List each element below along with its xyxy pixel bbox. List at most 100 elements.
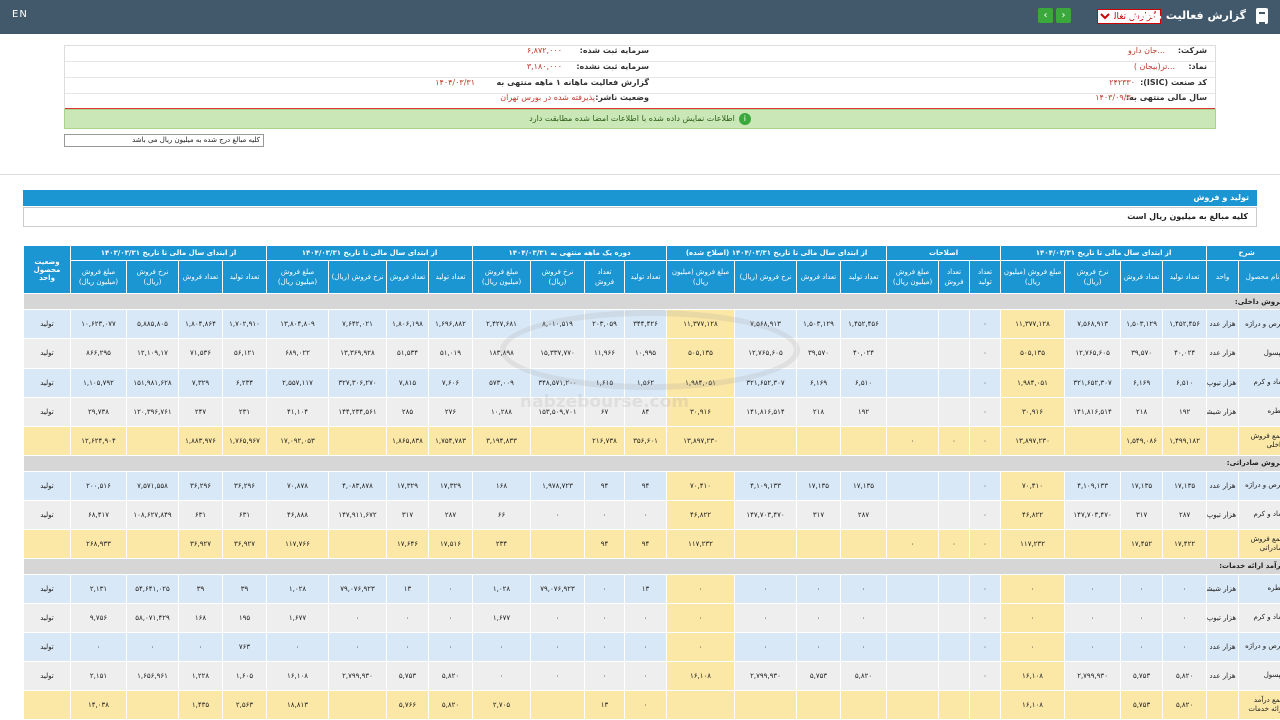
table-cell xyxy=(886,689,940,720)
table-cell xyxy=(938,602,971,633)
table-cell: ۳۶,۹۲۷ xyxy=(222,528,268,559)
table-cell: ۱۷,۳۲۹ xyxy=(386,470,430,501)
table-cell: ۷,۳۲۹ xyxy=(178,367,224,398)
table-cell: ۰ xyxy=(428,631,474,662)
group-row: فروش صادراتی: xyxy=(22,454,1280,472)
table-cell: ۳۶,۹۲۷ xyxy=(178,528,224,559)
column-header: تعداد تولید xyxy=(624,260,668,295)
table-cell: ۰ xyxy=(969,631,1002,662)
table-cell: تولید xyxy=(23,573,71,604)
table-cell: ۱,۶۰۵ xyxy=(222,660,268,691)
table-cell xyxy=(938,338,971,369)
table-cell xyxy=(126,528,180,559)
table-cell xyxy=(938,631,971,662)
column-header: تعداد فروش xyxy=(938,260,971,295)
table-cell: قطره xyxy=(1238,396,1280,427)
table-cell: ۰ xyxy=(1162,631,1208,662)
table-cell: ۰ xyxy=(584,573,626,604)
table-cell: ۱,۸۰۴,۸۶۴ xyxy=(178,309,224,340)
column-header: تعداد فروش xyxy=(1120,260,1164,295)
group-header: شرح xyxy=(1206,244,1280,262)
table-cell: ۰ xyxy=(584,499,626,530)
table-cell: ۱۷,۳۲۹ xyxy=(428,470,474,501)
table-cell: ۵۰۵,۱۳۵ xyxy=(666,338,736,369)
table-cell xyxy=(938,689,971,720)
table-cell: ۱۱۷,۲۳۲ xyxy=(1000,528,1066,559)
table-cell: ۳۲۱,۶۵۲,۳۰۷ xyxy=(1064,367,1122,398)
table-cell: ۱۴۴,۲۳۴,۵۶۱ xyxy=(328,396,388,427)
table-cell: ۰ xyxy=(1120,631,1164,662)
table-cell: ۱,۹۸۴,۰۵۱ xyxy=(1000,367,1066,398)
table-cell: ۱,۶۹۶,۸۸۲ xyxy=(428,309,474,340)
table-cell xyxy=(734,528,798,559)
table-cell: ۳۶,۲۹۶ xyxy=(222,470,268,501)
document-icon xyxy=(1256,8,1268,24)
table-cell: ۱۶,۱۰۸ xyxy=(1000,689,1066,720)
table-cell: ۴۶,۸۲۲ xyxy=(666,499,736,530)
table-cell: ۱۴,۰۳۸ xyxy=(69,689,128,720)
column-header: تعداد فروش xyxy=(796,260,842,295)
table-cell: ۷,۵۶۸,۹۱۳ xyxy=(1064,309,1122,340)
table-cell: ۱,۲۲۸ xyxy=(178,660,224,691)
prev-button[interactable]: ‹ xyxy=(1038,8,1053,23)
table-cell xyxy=(886,396,940,427)
table-row: کپسولهزار عدد۵,۸۲۰۵,۷۵۳۲,۷۹۹,۹۳۰۱۶,۱۰۸۰۵… xyxy=(23,660,1280,691)
table-cell xyxy=(1206,425,1240,456)
table-cell: ۰ xyxy=(1000,602,1066,633)
table-cell: ۶,۲۳۴ xyxy=(222,367,268,398)
table-cell: ۲۴۷ xyxy=(178,396,224,427)
fiscal-year-value: ۱۴۰۳/۰۹/۳۰ xyxy=(1095,93,1135,102)
table-cell xyxy=(328,689,388,720)
table-cell: ۴۰,۰۲۴ xyxy=(840,338,888,369)
verification-alert: iاطلاعات نمایش داده شده با اطلاعات امضا … xyxy=(64,109,1216,129)
table-cell xyxy=(796,425,842,456)
table-cell: ۰ xyxy=(796,573,842,604)
table-cell: ۲۱۶,۷۳۸ xyxy=(584,425,626,456)
table-cell xyxy=(840,425,888,456)
table-cell: ۲,۴۲۷,۶۸۱ xyxy=(472,309,532,340)
table-cell: ۲,۱۵۱ xyxy=(69,660,128,691)
table-cell xyxy=(23,425,71,456)
table-cell: ۱۱,۹۶۶ xyxy=(584,338,626,369)
table-cell xyxy=(886,660,940,691)
table-cell: پماد و کرم xyxy=(1238,499,1280,530)
table-cell: تولید xyxy=(23,470,71,501)
next-button[interactable]: › xyxy=(1056,8,1071,23)
table-cell xyxy=(530,528,586,559)
table-cell: ۱۷,۱۳۵ xyxy=(1162,470,1208,501)
table-cell: ۸۴ xyxy=(624,396,668,427)
language-toggle[interactable]: EN xyxy=(12,9,28,20)
table-cell: هزار عدد xyxy=(1206,631,1240,662)
table-row: قطرههزار شیشه۰۰۰۰۰۰۰۰۰۱۳۰۷۹,۰۷۶,۹۲۳۱,۰۲۸… xyxy=(23,573,1280,604)
table-cell: ۱,۸۰۶,۱۹۸ xyxy=(386,309,430,340)
table-cell: ۴۱,۱۰۴ xyxy=(266,396,330,427)
table-cell: ۲۰۳,۰۵۹ xyxy=(584,309,626,340)
table-cell: ۶۸۹,۰۲۲ xyxy=(266,338,330,369)
table-cell: ۱۳ xyxy=(624,573,668,604)
table-cell: ۳۰,۹۱۶ xyxy=(1000,396,1066,427)
table-cell: ۱۹۲ xyxy=(1162,396,1208,427)
table-cell: ۳۲۷,۳۰۶,۲۷۰ xyxy=(328,367,388,398)
table-cell: ۲۳۱ xyxy=(222,396,268,427)
table-cell: کپسول xyxy=(1238,660,1280,691)
table-cell: ۴۶,۸۲۲ xyxy=(1000,499,1066,530)
table-cell: ۱,۹۸۴,۰۵۱ xyxy=(666,367,736,398)
table-cell: ۶۳۱ xyxy=(222,499,268,530)
table-cell: ۲۱۸ xyxy=(796,396,842,427)
table-cell xyxy=(938,573,971,604)
table-cell: ۶۶ xyxy=(472,499,532,530)
table-cell: تولید xyxy=(23,499,71,530)
table-cell: ۴,۱۰۹,۱۳۳ xyxy=(734,470,798,501)
table-cell xyxy=(938,499,971,530)
table-cell: ۱۶,۱۰۸ xyxy=(666,660,736,691)
capital-registered-value: ۶,۸۷۲,۰۰۰ xyxy=(526,46,562,55)
table-cell: ۹۴ xyxy=(624,528,668,559)
table-cell xyxy=(328,425,388,456)
table-cell: ۰ xyxy=(126,631,180,662)
table-cell: ۰ xyxy=(734,602,798,633)
table-cell: ۹۴ xyxy=(584,470,626,501)
report-period-value: ۱۴۰۴/۰۳/۳۱ xyxy=(435,78,475,87)
table-cell: ۰ xyxy=(840,573,888,604)
table-cell: ۷۰,۸۷۸ xyxy=(266,470,330,501)
table-cell: ۶,۵۱۰ xyxy=(1162,367,1208,398)
